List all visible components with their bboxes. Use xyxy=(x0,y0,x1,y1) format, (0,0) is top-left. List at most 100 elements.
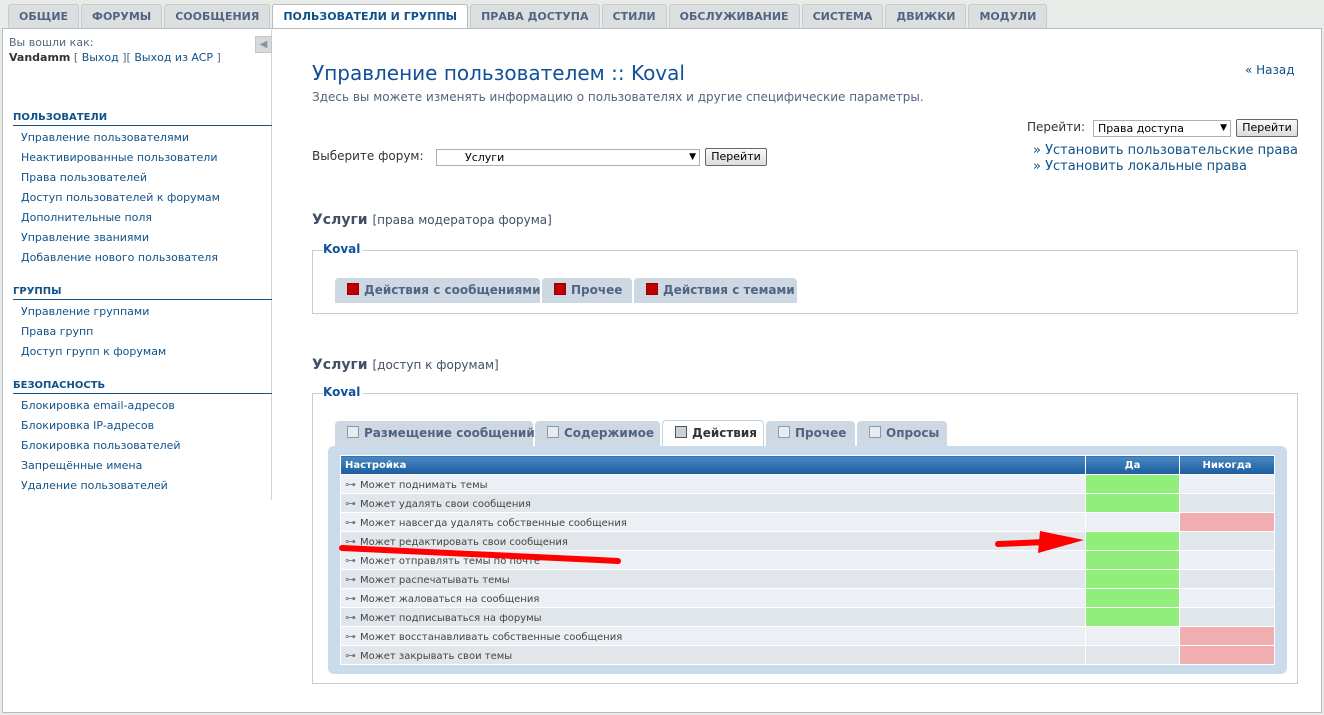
never-cell[interactable] xyxy=(1179,645,1275,665)
key-icon: ⊶ xyxy=(345,572,356,586)
forum-section-name: Услуги xyxy=(312,357,368,373)
collapse-sidebar-icon[interactable]: ◀ xyxy=(255,36,272,53)
moderator-section-suffix: [права модератора форума] xyxy=(372,213,552,227)
sidebar-item-add-user[interactable]: Добавление нового пользователя xyxy=(21,251,218,264)
goto-select[interactable]: Права доступа ▼ xyxy=(1093,120,1231,137)
page-title: Управление пользователем :: Koval xyxy=(312,61,685,85)
tab-posting-perms[interactable]: Размещение сообщений xyxy=(335,421,535,446)
yes-cell[interactable] xyxy=(1085,512,1181,532)
status-square-icon xyxy=(347,283,359,295)
tab-engines[interactable]: ДВИЖКИ xyxy=(885,4,967,29)
table-row: ⊶ Может подписываться на форумы xyxy=(339,607,1275,627)
sidebar-item-manage-users[interactable]: Управление пользователями xyxy=(21,131,189,144)
never-cell[interactable] xyxy=(1179,512,1275,532)
set-local-permissions-link[interactable]: » Установить локальные права xyxy=(1033,159,1247,174)
never-cell[interactable] xyxy=(1179,493,1275,513)
tab-general[interactable]: ОБЩИЕ xyxy=(8,4,80,29)
tab-modules[interactable]: МОДУЛИ xyxy=(968,4,1048,29)
sidebar-item-inactive-users[interactable]: Неактивированные пользователи xyxy=(21,151,217,164)
permissions-table: Настройка Да Никогда ⊶ Может поднимать те… xyxy=(339,455,1275,665)
tab-system[interactable]: СИСТЕМА xyxy=(801,4,884,29)
forum-select-label: Выберите форум: xyxy=(312,149,424,163)
table-row: ⊶ Может удалять свои сообщения xyxy=(339,493,1275,513)
sidebar-item-group-permissions[interactable]: Права групп xyxy=(21,325,93,338)
tab-topic-actions[interactable]: Действия с темами xyxy=(634,278,797,303)
yes-cell[interactable] xyxy=(1085,474,1181,494)
status-square-icon xyxy=(869,426,881,438)
never-cell[interactable] xyxy=(1179,588,1275,608)
sidebar-item-user-permissions[interactable]: Права пользователей xyxy=(21,171,147,184)
moderator-panel-user: Koval xyxy=(323,242,364,256)
permission-name: ⊶ Может поднимать темы xyxy=(339,474,1087,494)
status-square-icon xyxy=(554,283,566,295)
forum-section-title: Услуги [доступ к форумам] xyxy=(312,357,499,373)
sidebar-item-user-forum-access[interactable]: Доступ пользователей к форумам xyxy=(21,191,220,204)
forum-panel-user: Koval xyxy=(323,385,364,399)
sidebar-item-ban-emails[interactable]: Блокировка email-адресов xyxy=(21,399,175,412)
key-icon: ⊶ xyxy=(345,534,356,548)
sidebar-item-custom-fields[interactable]: Дополнительные поля xyxy=(21,211,152,224)
tab-actions-perms[interactable]: Действия xyxy=(662,420,764,447)
sidebar-item-ranks[interactable]: Управление званиями xyxy=(21,231,149,244)
table-row: ⊶ Может закрывать свои темы xyxy=(339,645,1275,665)
yes-cell[interactable] xyxy=(1085,550,1181,570)
logout-acp-link[interactable]: Выход из ACP xyxy=(134,51,213,64)
goto-button[interactable]: Перейти xyxy=(1236,119,1298,137)
never-cell[interactable] xyxy=(1179,569,1275,589)
sidebar-item-disallowed-names[interactable]: Запрещённые имена xyxy=(21,459,142,472)
tab-misc-perms[interactable]: Прочее xyxy=(766,421,855,446)
forum-select-value: Услуги xyxy=(465,151,505,164)
back-link[interactable]: « Назад xyxy=(1245,63,1295,77)
yes-cell[interactable] xyxy=(1085,607,1181,627)
set-user-permissions-link[interactable]: » Установить пользовательские права xyxy=(1033,143,1298,158)
tab-content-perms[interactable]: Содержимое xyxy=(535,421,660,446)
permission-name: ⊶ Может закрывать свои темы xyxy=(339,645,1087,665)
yes-cell[interactable] xyxy=(1085,531,1181,551)
forum-go-button[interactable]: Перейти xyxy=(705,148,767,166)
table-row: ⊶ Может редактировать свои сообщения xyxy=(339,531,1275,551)
sidebar-item-manage-groups[interactable]: Управление группами xyxy=(21,305,149,318)
table-row: ⊶ Может навсегда удалять собственные сооб… xyxy=(339,512,1275,532)
col-header-setting: Настройка xyxy=(339,455,1087,475)
tab-permissions[interactable]: ПРАВА ДОСТУПА xyxy=(470,4,600,29)
tab-posting[interactable]: СООБЩЕНИЯ xyxy=(164,4,271,29)
col-header-yes: Да xyxy=(1085,455,1181,475)
sidebar-item-ban-users[interactable]: Блокировка пользователей xyxy=(21,439,181,452)
forum-select[interactable]: Услуги ▼ xyxy=(436,149,700,166)
permission-name: ⊶ Может удалять свои сообщения xyxy=(339,493,1087,513)
tab-forums[interactable]: ФОРУМЫ xyxy=(81,4,163,29)
chevron-down-icon: ▼ xyxy=(689,152,696,162)
tab-maintenance[interactable]: ОБСЛУЖИВАНИЕ xyxy=(668,4,800,29)
key-icon: ⊶ xyxy=(345,496,356,510)
tab-moderator-misc[interactable]: Прочее xyxy=(542,278,632,303)
yes-cell[interactable] xyxy=(1085,645,1181,665)
status-square-icon xyxy=(547,426,559,438)
never-cell[interactable] xyxy=(1179,550,1275,570)
tab-post-actions[interactable]: Действия с сообщениями xyxy=(335,278,540,303)
tab-polls-perms[interactable]: Опросы xyxy=(857,421,947,446)
key-icon: ⊶ xyxy=(345,629,356,643)
yes-cell[interactable] xyxy=(1085,588,1181,608)
permission-name: ⊶ Может распечатывать темы xyxy=(339,569,1087,589)
sidebar-item-prune-users[interactable]: Удаление пользователей xyxy=(21,479,168,492)
key-icon: ⊶ xyxy=(345,591,356,605)
tab-styles[interactable]: СТИЛИ xyxy=(601,4,667,29)
menu-title-groups: ГРУППЫ xyxy=(13,286,272,300)
never-cell[interactable] xyxy=(1179,607,1275,627)
never-cell[interactable] xyxy=(1179,474,1275,494)
logout-link[interactable]: Выход xyxy=(82,51,119,64)
sidebar-item-group-forum-access[interactable]: Доступ групп к форумам xyxy=(21,345,166,358)
logged-as-label: Вы вошли как: xyxy=(9,36,94,49)
table-row: ⊶ Может поднимать темы xyxy=(339,474,1275,494)
goto-select-value: Права доступа xyxy=(1098,122,1184,135)
tab-users-groups[interactable]: ПОЛЬЗОВАТЕЛИ И ГРУППЫ xyxy=(272,4,469,30)
yes-cell[interactable] xyxy=(1085,569,1181,589)
yes-cell[interactable] xyxy=(1085,493,1181,513)
key-icon: ⊶ xyxy=(345,515,356,529)
yes-cell[interactable] xyxy=(1085,626,1181,646)
table-row: ⊶ Может распечатывать темы xyxy=(339,569,1275,589)
never-cell[interactable] xyxy=(1179,626,1275,646)
permission-name: ⊶ Может редактировать свои сообщения xyxy=(339,531,1087,551)
never-cell[interactable] xyxy=(1179,531,1275,551)
sidebar-item-ban-ips[interactable]: Блокировка IP-адресов xyxy=(21,419,154,432)
